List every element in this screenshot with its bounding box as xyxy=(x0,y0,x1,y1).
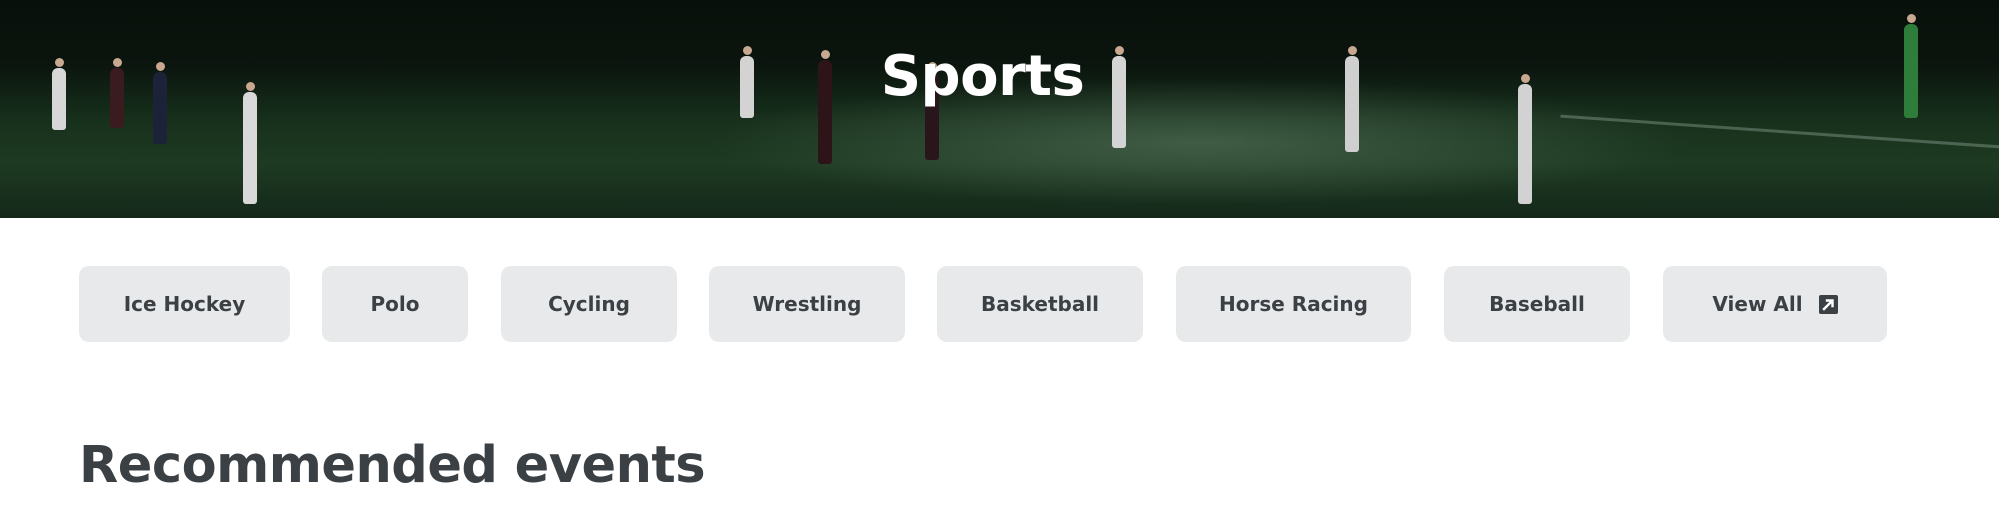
category-chip-cycling[interactable]: Cycling xyxy=(501,266,677,342)
category-chip-polo[interactable]: Polo xyxy=(322,266,468,342)
category-chip-ice-hockey[interactable]: Ice Hockey xyxy=(79,266,290,342)
chip-label: View All xyxy=(1712,292,1803,316)
chip-label: Wrestling xyxy=(752,292,862,316)
category-chip-horse-racing[interactable]: Horse Racing xyxy=(1176,266,1411,342)
external-link-icon xyxy=(1818,294,1838,314)
chip-label: Cycling xyxy=(548,292,630,316)
view-all-button[interactable]: View All xyxy=(1663,266,1887,342)
category-chip-wrestling[interactable]: Wrestling xyxy=(709,266,905,342)
hero-banner: Sports xyxy=(0,0,1999,218)
chip-label: Horse Racing xyxy=(1219,292,1368,316)
chip-label: Ice Hockey xyxy=(123,292,246,316)
category-chip-baseball[interactable]: Baseball xyxy=(1444,266,1630,342)
chip-label: Polo xyxy=(370,292,420,316)
chip-label: Basketball xyxy=(980,292,1100,316)
category-chip-basketball[interactable]: Basketball xyxy=(937,266,1143,342)
category-chip-list: Ice Hockey Polo Cycling Wrestling Basket… xyxy=(0,266,1999,342)
recommended-events-heading: Recommended events xyxy=(79,436,706,495)
chip-label: Baseball xyxy=(1489,292,1585,316)
page-title: Sports xyxy=(880,44,1085,109)
